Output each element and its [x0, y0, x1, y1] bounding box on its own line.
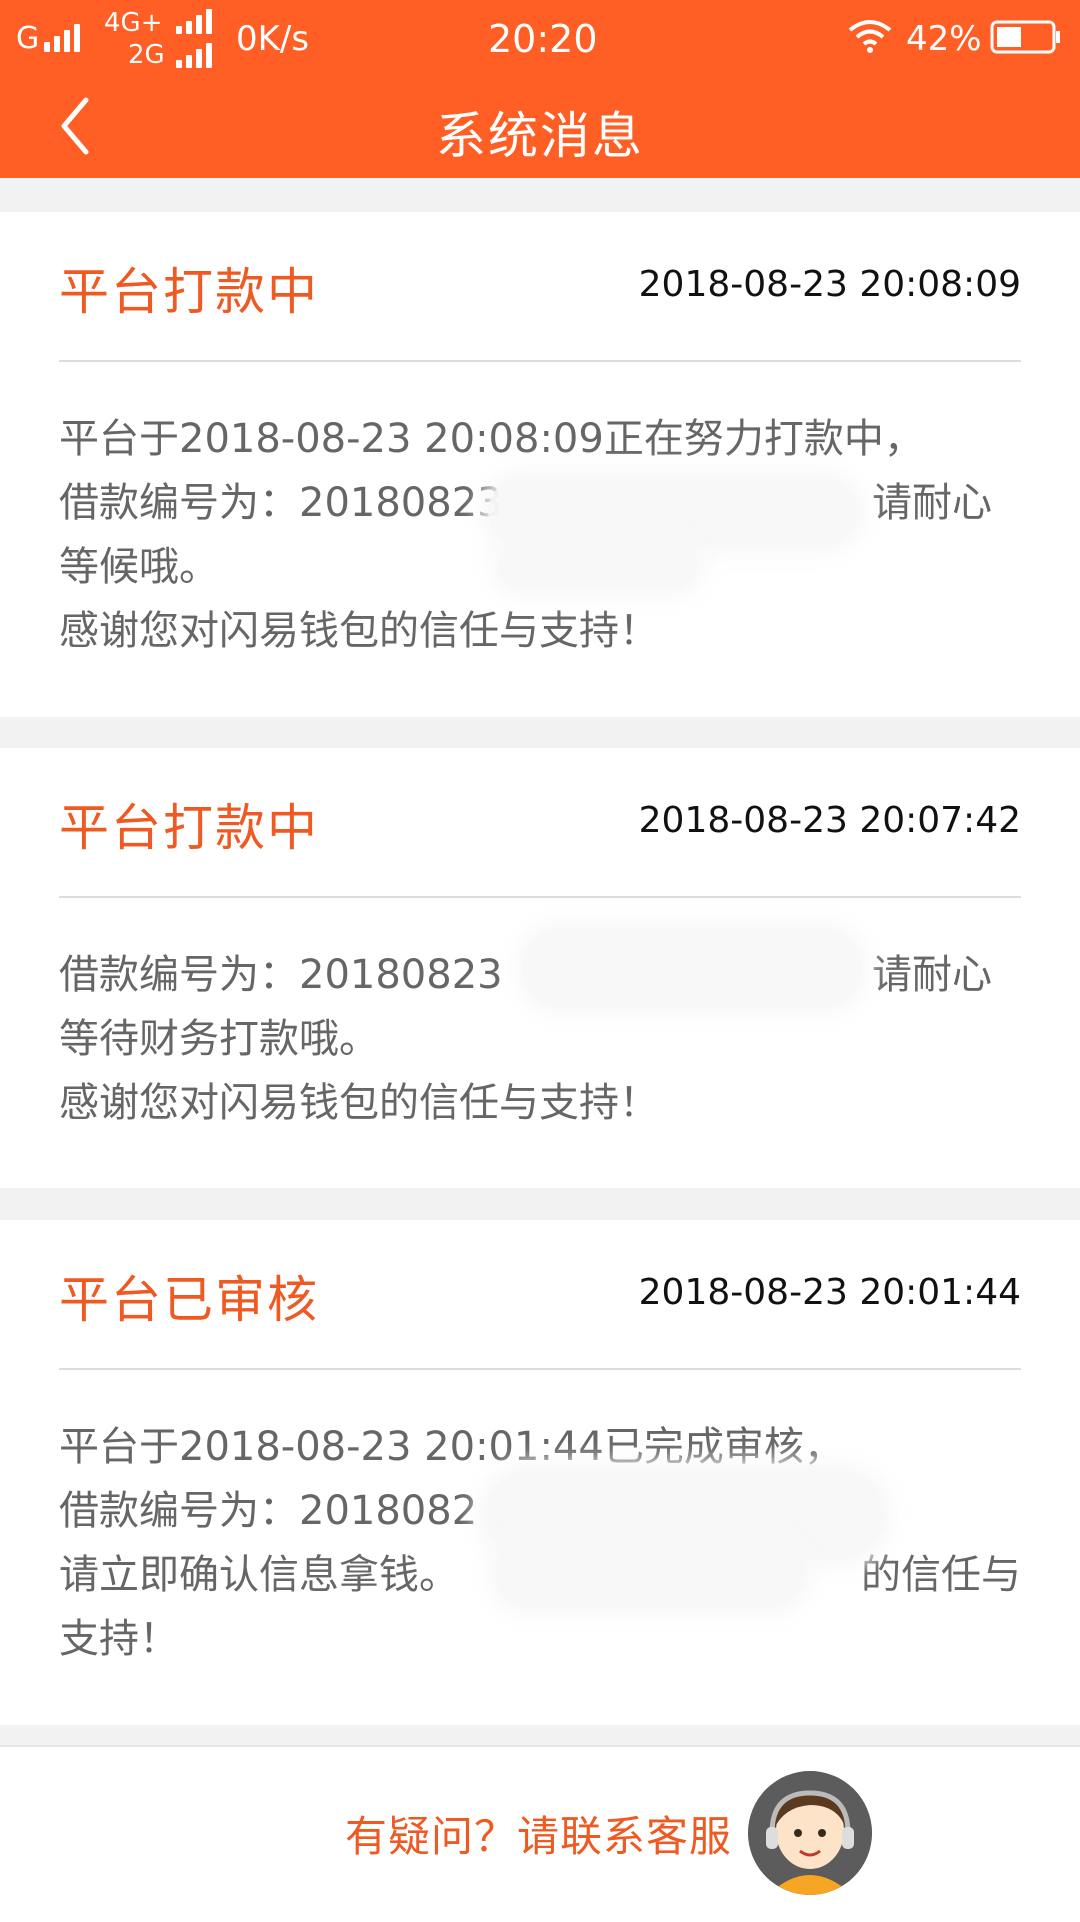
message-line: 支持！ [59, 1616, 179, 1662]
message-title: 平台打款中 [59, 263, 319, 321]
message-time: 2018-08-23 20:08:09 [638, 264, 1021, 305]
app-header: G 4G+ 2G 0K/s 20:20 42% 系统消息 [0, 0, 1080, 178]
loan-id-text: 借款编号为：20180823 [59, 480, 503, 526]
message-line: 平台于2018-08-23 20:08:09正在努力打款中， [59, 416, 924, 462]
redaction-blur [522, 928, 862, 1008]
page-title: 系统消息 [436, 107, 644, 165]
redaction-blur [495, 1538, 805, 1608]
contact-footer: 有疑问？请联系客服 [0, 1745, 1080, 1922]
loan-id-text: 借款编号为：20180823 [59, 952, 503, 998]
title-bar: 系统消息 [0, 78, 1080, 178]
message-line: 等待财务打款哦。 [59, 1016, 379, 1062]
message-time: 2018-08-23 20:07:42 [638, 800, 1021, 841]
divider [59, 896, 1021, 898]
message-title: 平台打款中 [59, 799, 319, 857]
divider [59, 1368, 1021, 1370]
network-speed: 0K/s [236, 19, 310, 59]
redaction-blur [498, 542, 698, 590]
message-line: 感谢您对闪易钱包的信任与支持！ [59, 1080, 659, 1126]
signal-icon-3 [176, 42, 212, 68]
signal-icon-2 [176, 8, 212, 34]
status-time: 20:20 [488, 17, 598, 61]
message-line-prefix: 请立即确认信息拿钱。 [59, 1552, 459, 1598]
message-line: 感谢您对闪易钱包的信任与支持！ [59, 608, 659, 654]
contact-service-link[interactable]: 有疑问？请联系客服 [345, 1803, 732, 1864]
message-title: 平台已审核 [59, 1271, 319, 1329]
divider [59, 360, 1021, 362]
redaction-blur [488, 477, 858, 547]
message-line-suffix: 请耐心 [872, 480, 992, 526]
signal-icon-1 [44, 22, 80, 52]
customer-service-avatar-icon [748, 1771, 872, 1895]
network-2g-label: 2G [128, 40, 165, 70]
message-line-suffix: 请耐心 [872, 952, 992, 998]
message-time: 2018-08-23 20:01:44 [638, 1272, 1021, 1313]
wifi-icon [848, 20, 892, 53]
network-g-label: G [16, 21, 40, 56]
message-line-suffix: 的信任与 [861, 1552, 1021, 1598]
battery-percent: 42% [906, 19, 982, 59]
battery-icon [990, 20, 1060, 54]
network-4g-label: 4G+ [104, 8, 163, 38]
message-card[interactable]: 平台打款中 2018-08-23 20:07:42 借款编号为：20180823… [0, 748, 1080, 1188]
message-card[interactable]: 平台已审核 2018-08-23 20:01:44 平台于2018-08-23 … [0, 1220, 1080, 1725]
customer-service-avatar[interactable] [748, 1771, 872, 1895]
status-bar: G 4G+ 2G 0K/s 20:20 42% [0, 0, 1080, 78]
message-card[interactable]: 平台打款中 2018-08-23 20:08:09 平台于2018-08-23 … [0, 212, 1080, 717]
